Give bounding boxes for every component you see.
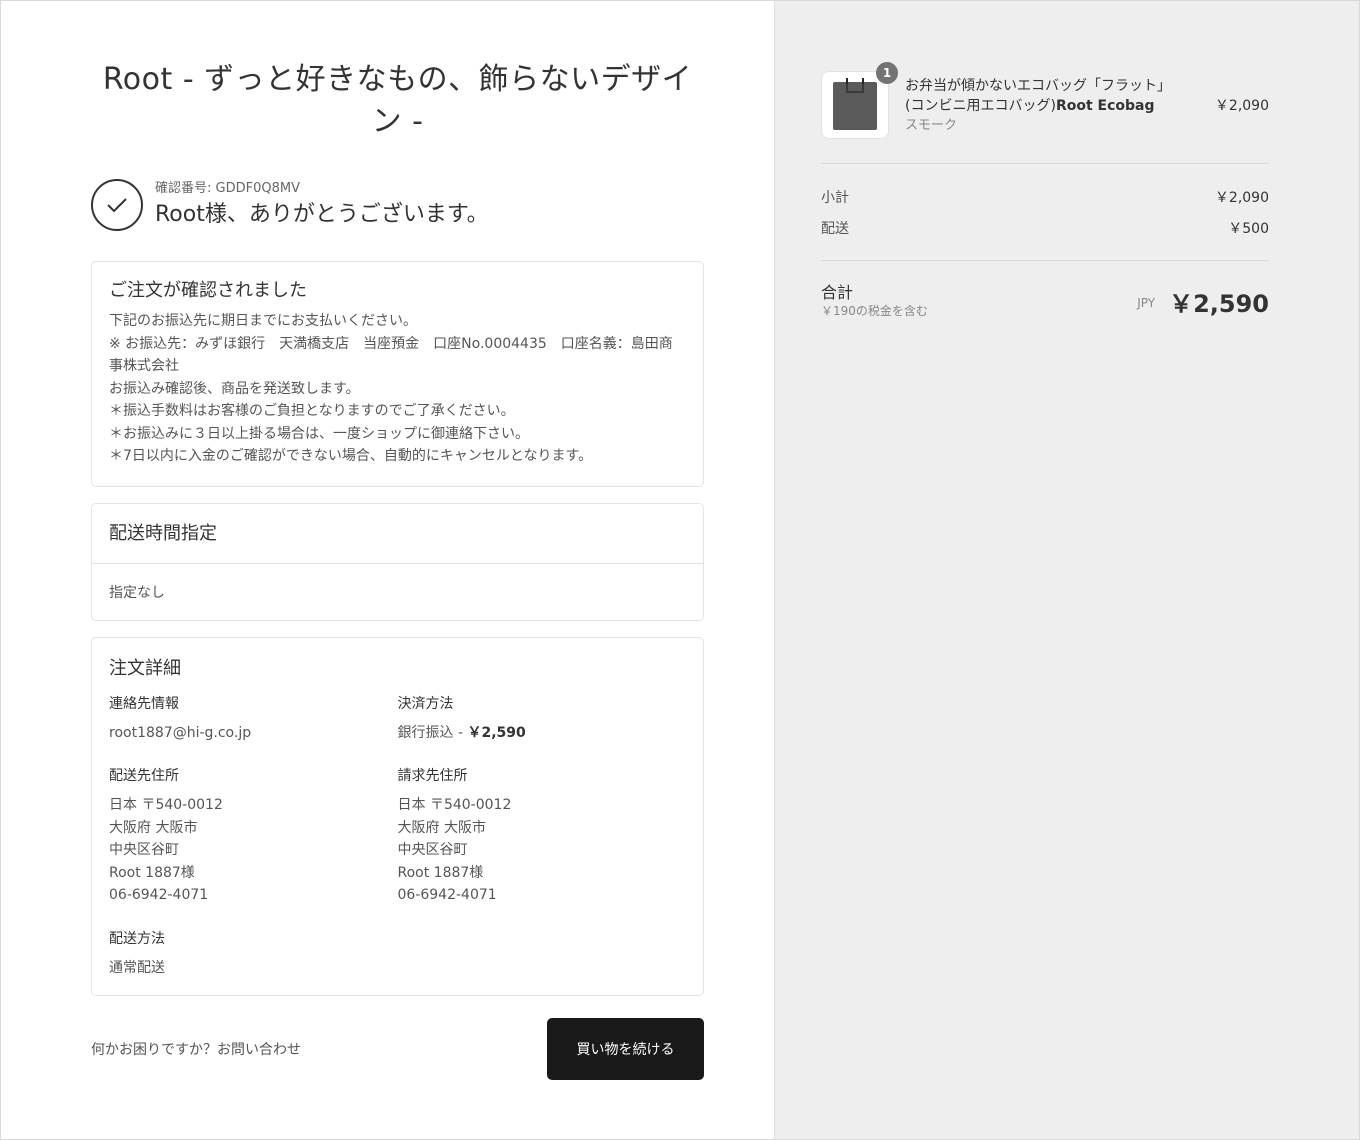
order-confirmed-title: ご注文が確認されました [109,280,307,301]
instruction-line: お振込み確認後、商品を発送致します。 [109,380,360,397]
total-label-group: 合計 ￥190の税金を含む [821,283,928,319]
currency-code: JPY [1137,296,1156,310]
subtotal-amount: ￥2,090 [1214,190,1269,206]
shipping-address-label: 配送先住所 [109,768,179,784]
payment-method: 銀行振込 - ￥2,590 [398,722,687,745]
details-left-column: 連絡先情報 root1887@hi-g.co.jp 配送先住所 日本 〒540-… [109,694,398,980]
contact-link[interactable]: お問い合わせ [217,1042,301,1058]
main-column: Root - ずっと好きなもの、飾らないデザイン - 確認番号: GDDF0Q8… [1,1,774,1139]
address-line: 中央区谷町 [397,842,468,858]
shipping-method-label: 配送方法 [109,930,165,947]
address-line: 中央区谷町 [109,842,179,858]
confirmation-text: 確認番号: GDDF0Q8MV Root様、ありがとうございます。 [155,180,489,230]
product-name-bold: Root Ecobag [1055,97,1155,114]
instruction-line: 下記のお振込先に期日までにお支払いください。 [109,313,417,329]
order-summary-sidebar: 1 お弁当が傾かないエコバッグ「フラット」(コンビニ用エコバッグ)Root Ec… [774,1,1359,1139]
order-details-title: 注文詳細 [109,657,181,679]
main-content: Root - ずっと好きなもの、飾らないデザイン - 確認番号: GDDF0Q8… [91,59,704,1080]
contact-email: root1887@hi-g.co.jp [109,724,252,741]
order-confirmed-card: ご注文が確認されました 下記のお振込先に期日までにお支払いください。 ※ お振込… [91,261,704,487]
product-thumbnail-wrap: 1 [821,62,898,139]
divider [821,260,1269,261]
details-right-column: 決済方法 銀行振込 - ￥2,590 請求先住所 日本 〒540-0012 大阪… [398,694,687,980]
total-row: 合計 ￥190の税金を含む JPY ￥2,590 [821,283,1269,319]
shop-title[interactable]: Root - ずっと好きなもの、飾らないデザイン - [91,59,704,143]
total-amount-group: JPY ￥2,590 [1137,284,1269,319]
line-item: 1 お弁当が傾かないエコバッグ「フラット」(コンビニ用エコバッグ)Root Ec… [821,62,1269,139]
quantity-badge: 1 [876,62,898,84]
shipping-label: 配送 [821,221,849,237]
address-line: 日本 〒540-0012 [397,797,512,813]
payment-label: 決済方法 [397,695,454,712]
tax-note: ￥190の税金を含む [821,304,928,318]
continue-shopping-button[interactable]: 買い物を続ける [547,1018,704,1080]
address-line: 06-6942-4071 [397,887,497,903]
total-amount: ￥2,590 [1169,289,1269,318]
address-line: 大阪府 大阪市 [109,819,198,836]
instruction-line: ＊振込手数料はお客様のご負担となりますのでご了承ください。 [109,403,515,419]
product-price: ￥2,090 [1214,98,1269,114]
payment-amount: ￥2,590 [467,724,526,741]
product-variant: スモーク [905,117,958,133]
total-label: 合計 [821,283,854,302]
billing-address: 日本 〒540-0012 大阪府 大阪市 中央区谷町 Root 1887様 06… [398,794,687,907]
shipping-address: 日本 〒540-0012 大阪府 大阪市 中央区谷町 Root 1887様 06… [109,794,398,907]
order-summary: 1 お弁当が傾かないエコバッグ「フラット」(コンビニ用エコバッグ)Root Ec… [821,62,1269,319]
address-line: 大阪府 大阪市 [397,819,486,836]
billing-address-label: 請求先住所 [397,768,468,784]
address-line: 日本 〒540-0012 [109,797,223,813]
contact-label: 連絡先情報 [109,695,179,712]
confirmation-header: 確認番号: GDDF0Q8MV Root様、ありがとうございます。 [91,179,704,231]
shipping-row: 配送 ￥500 [821,219,1269,239]
shipping-amount: ￥500 [1228,221,1269,237]
footer-row: 何かお困りですか？お問い合わせ 買い物を続ける [91,1018,704,1080]
help-text: 何かお困りですか？お問い合わせ [91,1039,301,1059]
order-details-card: 注文詳細 連絡先情報 root1887@hi-g.co.jp 配送先住所 日本 … [91,636,704,996]
delivery-time-value: 指定なし [109,584,165,601]
help-question: 何かお困りですか？ [91,1042,217,1058]
product-name: お弁当が傾かないエコバッグ「フラット」(コンビニ用エコバッグ)Root Ecob… [905,76,1190,116]
delivery-time-card: 配送時間指定 指定なし [91,502,704,621]
thank-you-message: Root様、ありがとうございます。 [155,202,489,227]
checkmark-icon [91,179,143,231]
checkout-page: Root - ずっと好きなもの、飾らないデザイン - 確認番号: GDDF0Q8… [0,0,1360,1140]
payment-instructions: 下記のお振込先に期日までにお支払いください。 ※ お振込先：みずほ銀行 天満橋支… [109,310,686,468]
address-line: 06-6942-4071 [109,887,209,903]
subtotal-label: 小計 [821,190,849,206]
instruction-line: ＊お振込みに３日以上掛る場合は、一度ショップに御連絡下さい。 [109,425,529,442]
product-info: お弁当が傾かないエコバッグ「フラット」(コンビニ用エコバッグ)Root Ecob… [905,76,1190,135]
instruction-line: ＊7日以内に入金のご確認ができない場合、自動的にキャンセルとなります。 [109,448,593,464]
order-details-grid: 連絡先情報 root1887@hi-g.co.jp 配送先住所 日本 〒540-… [109,694,686,980]
divider [821,163,1269,164]
payment-method-name: 銀行振込 - [397,724,468,741]
address-line: Root 1887様 [109,864,195,881]
address-line: Root 1887様 [397,864,484,881]
delivery-time-title: 配送時間指定 [109,522,217,544]
shipping-method: 通常配送 [109,959,165,976]
subtotal-row: 小計 ￥2,090 [821,188,1269,208]
instruction-line: ※ お振込先：みずほ銀行 天満橋支店 当座預金 口座No.0004435 口座名… [109,335,673,375]
confirmation-number: 確認番号: GDDF0Q8MV [155,181,300,196]
